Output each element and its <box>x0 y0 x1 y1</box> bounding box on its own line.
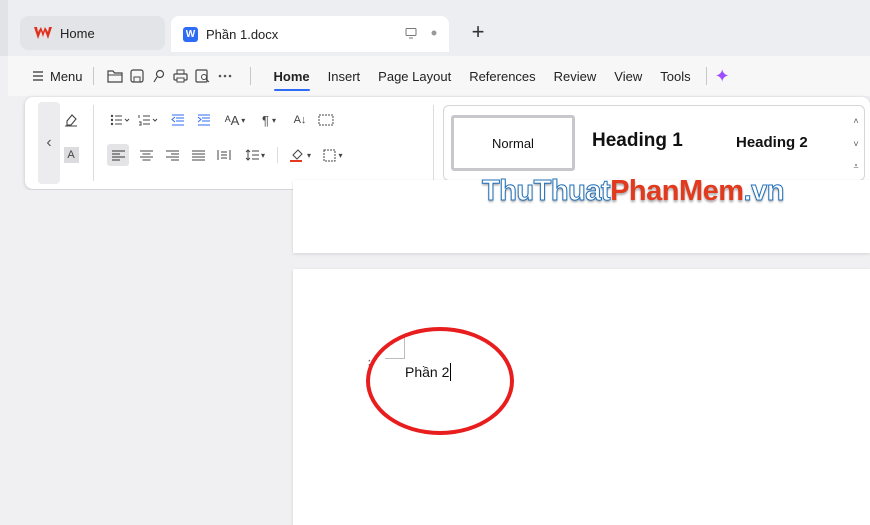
tab-review[interactable]: Review <box>545 56 606 96</box>
shading-icon[interactable]: ▾ <box>285 144 315 166</box>
font-size-icon[interactable]: ᴬA ▾ <box>221 109 249 131</box>
line-spacing-icon[interactable]: ▾ <box>241 144 269 166</box>
save-icon[interactable] <box>126 65 148 87</box>
char-shading-icon[interactable]: A <box>60 144 82 166</box>
expand-icon[interactable]: ⩡ <box>853 161 858 172</box>
align-right-icon[interactable] <box>161 144 183 166</box>
plus-icon[interactable]: + <box>466 20 490 44</box>
separator <box>93 105 94 181</box>
tab-insert[interactable]: Insert <box>319 56 370 96</box>
menu-label: Menu <box>50 68 83 84</box>
more-icon[interactable] <box>214 65 236 87</box>
separator <box>92 67 94 85</box>
justify-icon[interactable] <box>187 144 209 166</box>
tab-view[interactable]: View <box>605 56 651 96</box>
paragraph-mark-icon[interactable]: ¶ ▾ <box>255 109 283 131</box>
table-icon[interactable] <box>315 109 337 131</box>
increase-indent-icon[interactable] <box>193 109 215 131</box>
decrease-indent-icon[interactable] <box>167 109 189 131</box>
watermark: ThuThuatPhanMem.vn <box>481 175 784 208</box>
style-normal[interactable]: Normal <box>451 115 575 171</box>
chevron-left-icon[interactable]: ‹ <box>38 102 60 184</box>
monitor-icon[interactable] <box>405 27 417 39</box>
tab-home-ribbon[interactable]: Home <box>265 56 319 96</box>
print-icon[interactable] <box>170 65 192 87</box>
menu-button[interactable]: Menu <box>32 69 83 84</box>
menu-icon <box>33 71 43 81</box>
tab-references[interactable]: References <box>460 56 544 96</box>
style-gallery: Normal Heading 1 Heading 2 ˄ ˅ ⩡ <box>443 105 865 181</box>
clear-format-icon[interactable] <box>60 109 82 131</box>
distributed-icon[interactable] <box>213 144 235 166</box>
tab-page-layout[interactable]: Page Layout <box>369 56 460 96</box>
tab-document-label: Phần 1.docx <box>206 26 279 42</box>
open-folder-icon[interactable] <box>104 65 126 87</box>
print-preview-icon[interactable] <box>192 65 214 87</box>
separator <box>277 147 278 163</box>
menu-row: Menu Home Insert Page Layout References … <box>8 56 870 96</box>
wps-logo-icon <box>34 27 52 39</box>
gallery-scroller[interactable]: ˄ ˅ ⩡ <box>851 116 861 172</box>
bullet-list-icon[interactable] <box>109 109 131 131</box>
borders-icon[interactable]: ▾ <box>319 144 347 166</box>
ai-sparkle-icon[interactable]: ✦ <box>715 66 730 87</box>
align-left-icon[interactable] <box>107 144 129 166</box>
tab-home[interactable]: Home <box>20 16 165 50</box>
tab-bar: Home W Phần 1.docx + <box>0 0 870 56</box>
annotation-circle <box>366 327 514 435</box>
export-icon[interactable] <box>148 65 170 87</box>
align-center-icon[interactable] <box>135 144 157 166</box>
sort-icon[interactable]: A↓ <box>289 109 311 131</box>
style-heading-1[interactable]: Heading 1 <box>592 130 683 152</box>
separator <box>433 105 434 181</box>
separator <box>705 67 707 85</box>
style-heading-2[interactable]: Heading 2 <box>736 134 808 151</box>
tab-document[interactable]: W Phần 1.docx <box>171 16 449 52</box>
chevron-down-icon[interactable]: ˅ <box>853 139 858 149</box>
chevron-up-icon[interactable]: ˄ <box>853 116 858 126</box>
writer-doc-icon: W <box>183 26 198 42</box>
tab-home-label: Home <box>60 25 95 41</box>
numbered-list-icon[interactable] <box>137 109 159 131</box>
tab-tools[interactable]: Tools <box>651 56 699 96</box>
separator <box>249 67 251 85</box>
dot-icon <box>431 30 437 36</box>
